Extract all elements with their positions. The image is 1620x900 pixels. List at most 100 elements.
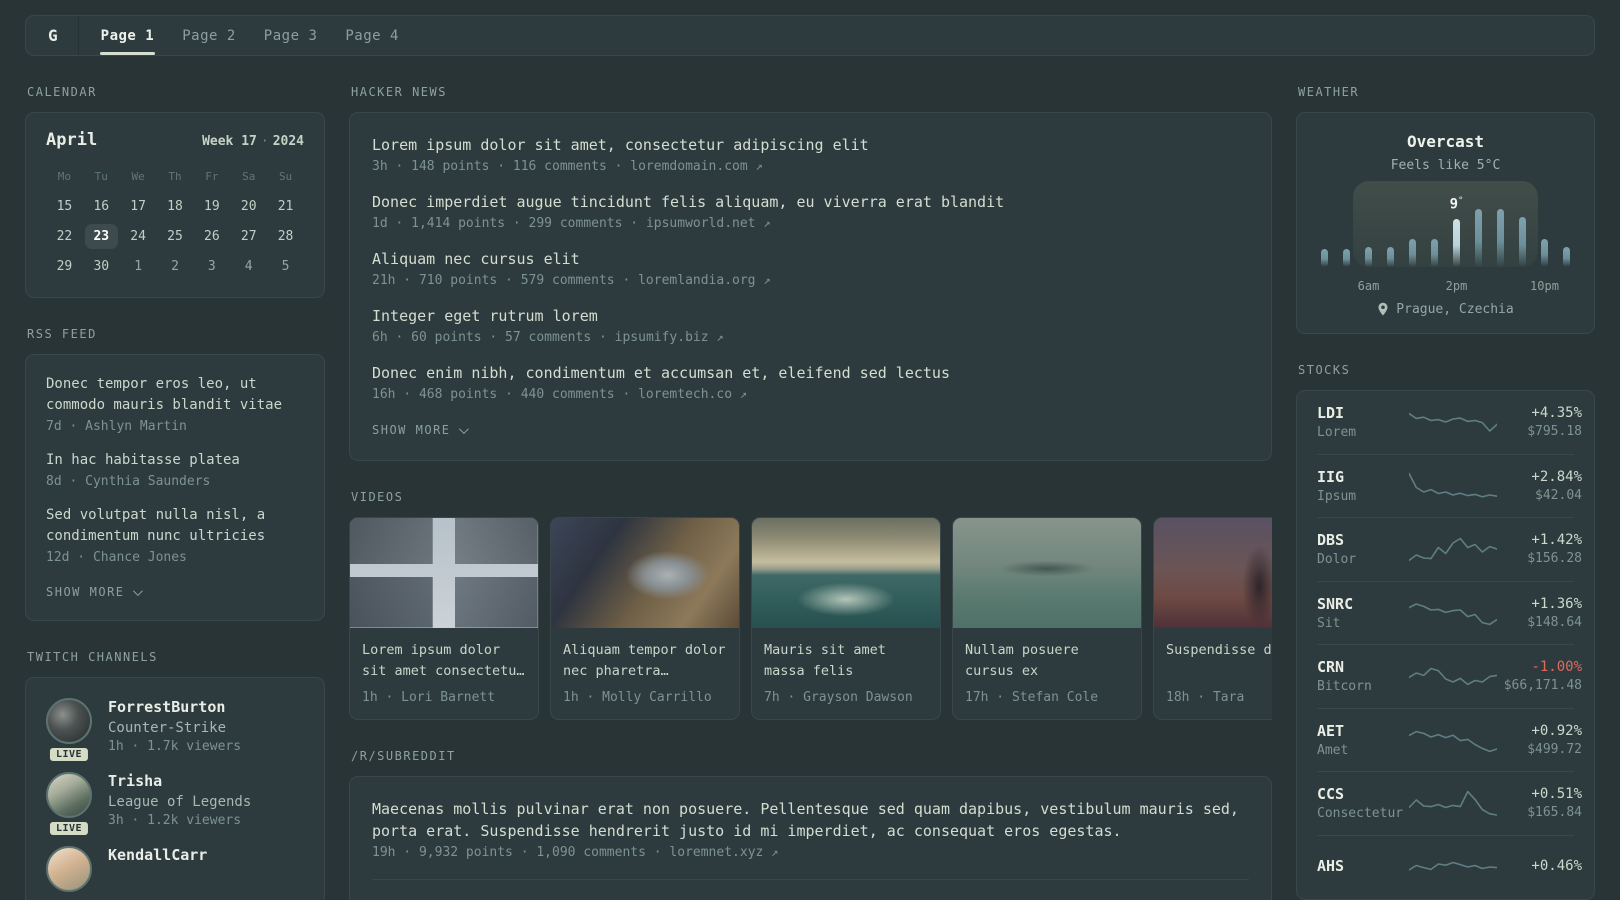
stock-ticker: CRN bbox=[1317, 658, 1345, 677]
tab-page-3[interactable]: Page 3 bbox=[263, 18, 319, 54]
stock-sparkline bbox=[1409, 602, 1497, 625]
video-title[interactable]: Lorem ipsum dolor sit amet consectetu… bbox=[362, 640, 526, 682]
hackernews-item-domain-link[interactable]: loremlandia.org ↗ bbox=[638, 273, 770, 288]
reddit-post: Maecenas mollis pulvinar erat non posuer… bbox=[372, 798, 1249, 880]
hackernews-item-meta: 3h · 148 points · 116 comments · bbox=[372, 159, 631, 174]
video-title[interactable]: Aliquam tempor dolor nec pharetra… bbox=[563, 640, 727, 682]
weather-temp-label: 9° bbox=[1449, 196, 1464, 213]
rss-item-title[interactable]: Donec tempor eros leo, ut commodo mauris… bbox=[46, 374, 304, 416]
stock-row[interactable]: LDI Lorem +4.35% $795.18 bbox=[1317, 391, 1582, 455]
hackernews-item-domain-link[interactable]: loremdomain.com ↗ bbox=[630, 159, 762, 174]
reddit-section: /R/SUBREDDIT Maecenas mollis pulvinar er… bbox=[349, 749, 1272, 900]
avatar[interactable] bbox=[46, 846, 92, 892]
calendar-day: 28 bbox=[277, 229, 294, 244]
video-card[interactable]: Nullam posuere cursus ex 17h · Stefan Co… bbox=[952, 517, 1142, 720]
post-divider bbox=[372, 879, 1249, 880]
hackernews-item-title[interactable]: Aliquam nec cursus elit bbox=[372, 248, 1249, 270]
hackernews-item-title[interactable]: Donec enim nibh, condimentum et accumsan… bbox=[372, 362, 1249, 384]
stock-row[interactable]: AET Amet +0.92% $499.72 bbox=[1317, 709, 1582, 772]
video-thumbnail[interactable] bbox=[1154, 518, 1272, 628]
rss-item: Sed volutpat nulla nisl, a condimentum n… bbox=[46, 505, 304, 565]
rss-item-title[interactable]: Sed volutpat nulla nisl, a condimentum n… bbox=[46, 505, 304, 547]
stock-row[interactable]: CRN Bitcorn -1.00% $66,171.48 bbox=[1317, 645, 1582, 709]
twitch-section-label: TWITCH CHANNELS bbox=[27, 650, 158, 664]
weather-section-label: WEATHER bbox=[1298, 85, 1360, 99]
rss-show-more-button[interactable]: SHOW MORE bbox=[46, 583, 143, 601]
avatar[interactable] bbox=[46, 698, 92, 744]
stock-row[interactable]: CCS Consectetur +0.51% $165.84 bbox=[1317, 772, 1582, 836]
video-title[interactable]: Suspendisse diam bbox=[1166, 640, 1272, 682]
video-title[interactable]: Nullam posuere cursus ex bbox=[965, 640, 1129, 682]
hackernews-item-domain-link[interactable]: ipsumify.biz ↗ bbox=[615, 330, 724, 345]
video-thumbnail[interactable] bbox=[350, 518, 538, 628]
stock-sparkline bbox=[1409, 537, 1497, 562]
weather-bar bbox=[1431, 239, 1438, 267]
stock-ticker: AHS bbox=[1317, 856, 1345, 875]
calendar-day-next-month: 5 bbox=[281, 259, 290, 274]
video-card[interactable]: Lorem ipsum dolor sit amet consectetu… 1… bbox=[349, 517, 539, 720]
video-card[interactable]: Suspendisse diam 18h · Tara bbox=[1153, 517, 1272, 720]
reddit-post-title[interactable]: Maecenas mollis pulvinar erat non posuer… bbox=[372, 798, 1249, 842]
calendar-day-next-month: 2 bbox=[171, 259, 179, 274]
hackernews-item-domain-link[interactable]: ipsumworld.net ↗ bbox=[646, 216, 771, 231]
calendar-week-year: Week 17 · 2024 bbox=[202, 134, 304, 149]
hackernews-item-title[interactable]: Integer eget rutrum lorem bbox=[372, 305, 1249, 327]
hackernews-item-meta: 16h · 468 points · 440 comments · bbox=[372, 387, 639, 402]
calendar-day: 26 bbox=[204, 229, 220, 244]
stock-row[interactable]: AHS +0.46% bbox=[1317, 836, 1582, 900]
tab-page-4[interactable]: Page 4 bbox=[344, 18, 400, 54]
video-thumbnail[interactable] bbox=[953, 518, 1141, 628]
hackernews-item-domain-link[interactable]: loremtech.co ↗ bbox=[638, 387, 747, 402]
reddit-post-domain-link[interactable]: loremnet.xyz ↗ bbox=[669, 845, 778, 860]
avatar[interactable] bbox=[46, 772, 92, 818]
chevron-down-icon bbox=[132, 585, 143, 596]
calendar-day: 16 bbox=[93, 199, 110, 214]
hackernews-item-title[interactable]: Lorem ipsum dolor sit amet, consectetur … bbox=[372, 134, 1249, 156]
twitch-channel-name[interactable]: KendallCarr bbox=[108, 846, 207, 864]
video-card[interactable]: Mauris sit amet massa felis 7h · Grayson… bbox=[751, 517, 941, 720]
external-link-icon: ↗ bbox=[771, 845, 779, 859]
calendar-day: 27 bbox=[240, 229, 257, 244]
calendar-section: CALENDAR April Week 17 · 2024 Mo Tu We Th … bbox=[25, 85, 325, 298]
video-card[interactable]: Aliquam tempor dolor nec pharetra… 1h · … bbox=[550, 517, 740, 720]
stock-row[interactable]: SNRC Sit +1.36% $148.64 bbox=[1317, 582, 1582, 645]
stock-sparkline bbox=[1409, 413, 1497, 433]
stock-row[interactable]: DBS Dolor +1.42% $156.28 bbox=[1317, 518, 1582, 582]
location-pin-icon bbox=[1378, 302, 1388, 316]
weather-bar bbox=[1321, 249, 1328, 267]
hackernews-item-title[interactable]: Donec imperdiet augue tincidunt felis al… bbox=[372, 191, 1249, 213]
external-link-icon: ↗ bbox=[763, 216, 771, 230]
weather-location: Prague, Czechia bbox=[1396, 302, 1514, 317]
tab-page-1[interactable]: Page 1 bbox=[99, 18, 156, 55]
hackernews-item: Donec imperdiet augue tincidunt felis al… bbox=[372, 191, 1249, 231]
calendar-day: 15 bbox=[56, 199, 73, 214]
hackernews-widget: Lorem ipsum dolor sit amet, consectetur … bbox=[349, 112, 1272, 461]
video-thumbnail[interactable] bbox=[752, 518, 940, 628]
twitch-channel-row: LIVE Trisha League of Legends 3h · 1.2k … bbox=[46, 772, 304, 838]
twitch-channel-name[interactable]: ForrestBurton bbox=[108, 698, 241, 716]
stock-change: +0.92% bbox=[1531, 722, 1582, 739]
rss-item-title[interactable]: In hac habitasse platea bbox=[46, 450, 304, 471]
weather-bar bbox=[1387, 247, 1394, 267]
calendar-day: 19 bbox=[204, 199, 220, 214]
calendar-widget: April Week 17 · 2024 Mo Tu We Th Fr Sa Su … bbox=[25, 112, 325, 298]
tab-page-2[interactable]: Page 2 bbox=[181, 18, 237, 54]
external-link-icon: ↗ bbox=[739, 387, 748, 401]
stock-name: Sit bbox=[1317, 615, 1341, 631]
hackernews-show-more-button[interactable]: SHOW MORE bbox=[372, 421, 469, 439]
stock-row[interactable]: IIG Ipsum +2.84% $42.04 bbox=[1317, 455, 1582, 518]
video-title[interactable]: Mauris sit amet massa felis bbox=[764, 640, 928, 682]
stock-name: Amet bbox=[1317, 742, 1349, 758]
weather-bar-current bbox=[1453, 219, 1460, 267]
twitch-channel-name[interactable]: Trisha bbox=[108, 772, 251, 790]
video-meta: 7h · Grayson Dawson bbox=[764, 690, 913, 705]
live-badge: LIVE bbox=[46, 745, 92, 764]
weather-bars bbox=[1315, 209, 1576, 267]
weekday-label: Su bbox=[278, 170, 293, 183]
calendar-day: 25 bbox=[167, 229, 183, 244]
app-logo[interactable]: G bbox=[48, 26, 58, 45]
navbar-divider bbox=[77, 16, 79, 55]
stock-name: Dolor bbox=[1317, 552, 1357, 568]
rss-section: RSS FEED Donec tempor eros leo, ut commo… bbox=[25, 327, 325, 621]
video-thumbnail[interactable] bbox=[551, 518, 739, 628]
